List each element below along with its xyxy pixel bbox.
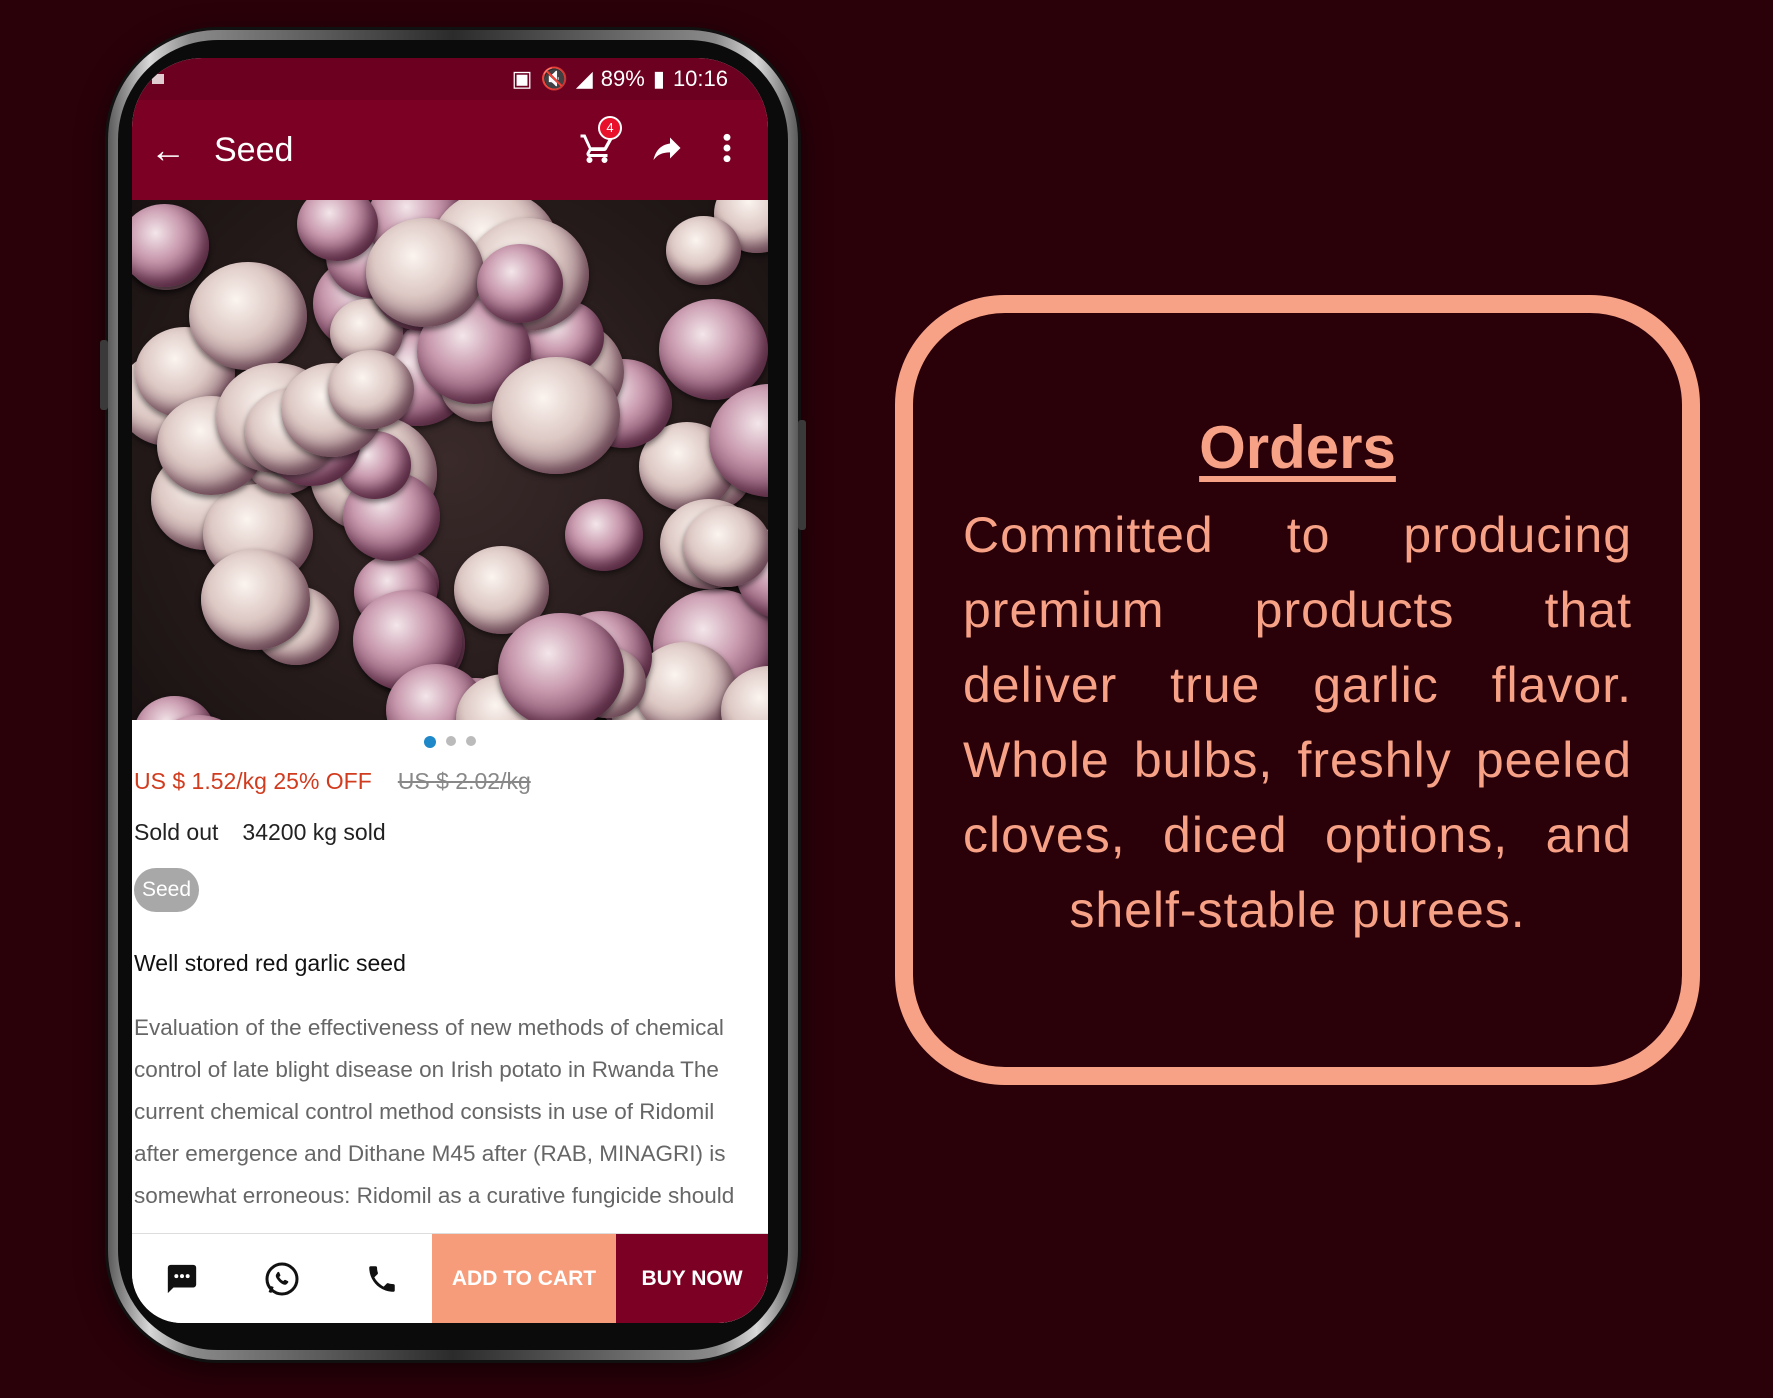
app-bar: ← Seed 4 [132, 100, 768, 200]
page-title: Seed [214, 130, 294, 169]
carousel-dot[interactable] [424, 736, 436, 748]
more-vert-icon [723, 133, 731, 162]
garlic-bulb [491, 356, 620, 475]
garlic-bulb [476, 243, 564, 324]
arrow-left-icon[interactable]: ← [150, 129, 200, 171]
carousel-dot[interactable] [466, 736, 476, 746]
add-to-cart-button[interactable]: ADD TO CART [432, 1234, 616, 1323]
phone-screen: ▣ 🔇 ◢ 89% ▮ 10:16 ← Seed 4 US $ 1.52/kg … [132, 58, 768, 1323]
chat-button[interactable] [132, 1234, 232, 1323]
card-title: Orders [1199, 414, 1396, 481]
call-button[interactable] [332, 1234, 432, 1323]
info-card: Orders Committed to producing premium pr… [895, 295, 1700, 1085]
garlic-bulb [658, 298, 768, 400]
share-icon [653, 137, 681, 160]
cart-count-badge: 4 [598, 115, 622, 140]
garlic-bulb [665, 216, 741, 286]
lock-icon: ▣ [511, 66, 533, 91]
product-description: Evaluation of the effectiveness of new m… [134, 1015, 735, 1208]
share-button[interactable] [632, 130, 702, 171]
garlic-bulb [327, 349, 415, 430]
battery-icon: ▮ [652, 66, 665, 91]
garlic-bulb [200, 549, 311, 650]
bottom-action-bar: ADD TO CART BUY NOW [132, 1233, 768, 1323]
sales-row: Sold out 34200 kg sold [132, 819, 768, 846]
garlic-bulb [498, 612, 624, 720]
price-row: US $ 1.52/kg 25% OFF US $ 2.02/kg [132, 768, 768, 795]
power-button [798, 420, 806, 530]
garlic-bulb [565, 499, 644, 572]
product-name: Well stored red garlic seed [134, 950, 406, 976]
phone-icon [369, 1265, 395, 1292]
carousel-dot[interactable] [446, 736, 456, 746]
status-bar: ▣ 🔇 ◢ 89% ▮ 10:16 [132, 58, 768, 100]
product-image[interactable] [132, 200, 768, 720]
current-price: US $ 1.52/kg 25% OFF [134, 768, 372, 794]
whatsapp-button[interactable] [232, 1234, 332, 1323]
notification-icon [152, 74, 164, 84]
garlic-bulb [365, 218, 484, 327]
garlic-bulb [682, 505, 768, 587]
more-button[interactable] [702, 132, 752, 169]
buy-now-button[interactable]: BUY NOW [616, 1234, 768, 1323]
clock: 10:16 [672, 66, 728, 91]
mute-icon: 🔇 [540, 66, 568, 91]
sold-count: 34200 kg sold [242, 819, 386, 845]
stock-status: Sold out [134, 819, 219, 845]
battery-level: 89% [600, 66, 645, 91]
cart-button[interactable]: 4 [562, 115, 632, 171]
carousel-indicator [132, 736, 768, 750]
signal-icon: ◢ [575, 66, 593, 91]
category-tag[interactable]: Seed [134, 868, 200, 912]
volume-button [100, 340, 108, 410]
garlic-bulb [189, 262, 307, 371]
chat-icon [167, 1264, 197, 1293]
whatsapp-icon [265, 1262, 299, 1295]
card-text: Committed to producing premium products … [963, 507, 1632, 938]
original-price: US $ 2.02/kg [397, 768, 531, 794]
